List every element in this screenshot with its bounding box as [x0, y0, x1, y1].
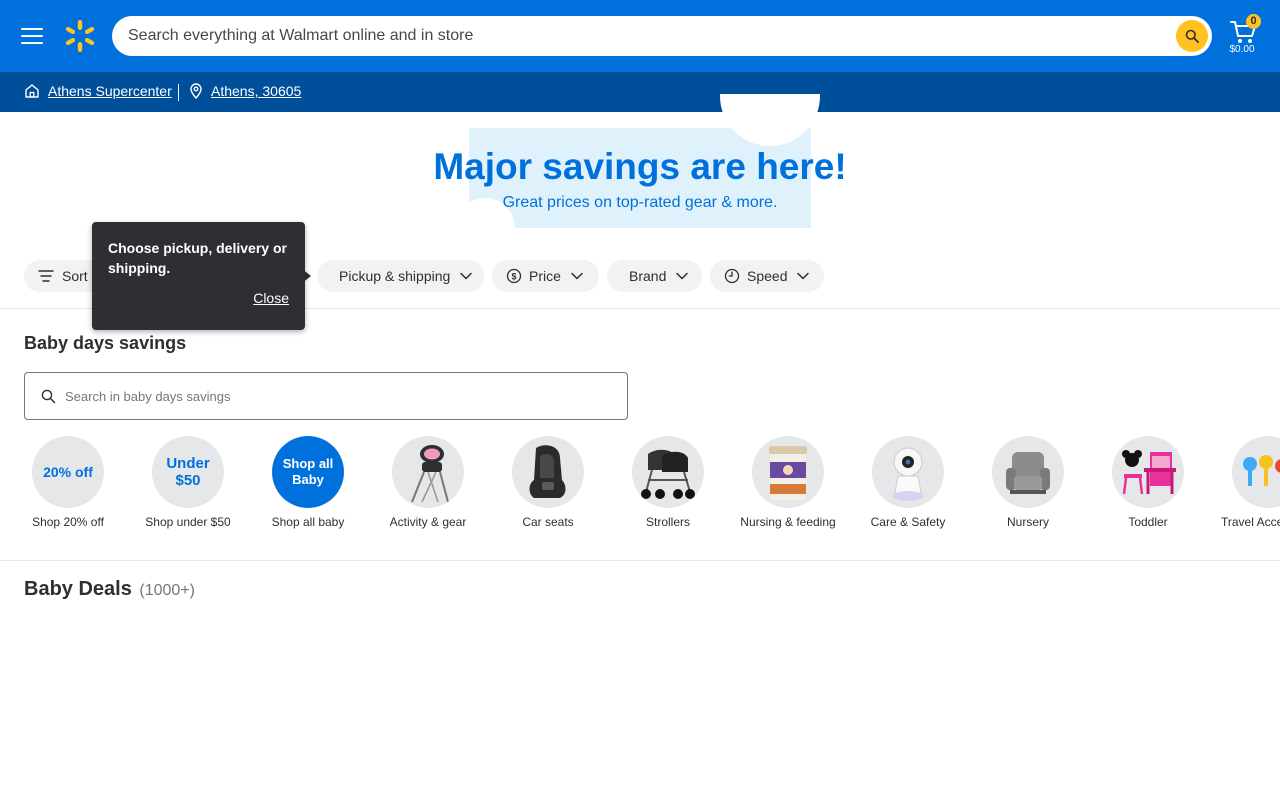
category-label: Care & Safety	[870, 515, 946, 529]
store-selector[interactable]: Athens Supercenter	[24, 83, 172, 99]
armchair-icon	[992, 436, 1064, 508]
section-search-input[interactable]: Search in baby days savings	[65, 389, 230, 404]
category-strollers[interactable]: Strollers	[608, 436, 728, 536]
fulfillment-tooltip: Choose pickup, delivery or shipping. Clo…	[92, 222, 305, 330]
baby-monitor-icon	[872, 436, 944, 508]
category-nursery[interactable]: Nursery	[968, 436, 1088, 536]
tooltip-close-button[interactable]: Close	[253, 290, 289, 306]
high-chair-icon	[392, 436, 464, 508]
category-car-seats[interactable]: Car seats	[488, 436, 608, 536]
chevron-down-icon	[460, 272, 473, 280]
section-divider	[0, 560, 1280, 561]
menu-button[interactable]	[16, 20, 48, 52]
section-search-field[interactable]: Search in baby days savings	[24, 372, 628, 420]
search-icon	[41, 389, 56, 404]
category-travel-accessories[interactable]: Travel Accessories	[1208, 436, 1280, 536]
store-icon	[25, 84, 39, 98]
cart-button[interactable]: 0 $0.00	[1222, 12, 1264, 60]
category-all-baby[interactable]: Shop all Baby Shop all baby	[248, 436, 368, 536]
category-20-off[interactable]: 20% off Shop 20% off	[8, 436, 128, 536]
search-input[interactable]: Search everything at Walmart online and …	[128, 27, 473, 45]
pickup-shipping-label: Pickup & shipping	[339, 268, 451, 284]
category-label: Nursery	[1006, 515, 1049, 529]
category-label: Shop 20% off	[32, 515, 104, 529]
banner-subtitle[interactable]: Great prices on top-rated gear & more.	[0, 194, 1280, 212]
category-label: Toddler	[1128, 515, 1168, 529]
store-name[interactable]: Athens Supercenter	[48, 83, 172, 99]
car-seat-icon	[512, 436, 584, 508]
badge-text: 20% off	[43, 463, 93, 480]
pickup-shipping-filter[interactable]: Pickup & shipping	[317, 260, 484, 292]
hamburger-icon	[21, 28, 43, 44]
deals-title: Baby Deals	[24, 578, 132, 600]
speed-filter[interactable]: Speed	[710, 260, 824, 292]
cart-count-badge: 0	[1246, 14, 1261, 29]
chevron-down-icon	[571, 272, 583, 280]
location-selector[interactable]: Athens, 30605	[189, 83, 301, 99]
chevron-down-icon	[676, 272, 689, 280]
badge-text: Shop all Baby	[282, 456, 334, 487]
toys-icon	[1232, 436, 1280, 508]
sort-icon	[38, 270, 54, 282]
section-title: Baby days savings	[24, 333, 187, 353]
category-nursing-feeding[interactable]: Nursing & feeding	[728, 436, 848, 536]
price-filter[interactable]: $ Price	[492, 260, 599, 292]
banner-title[interactable]: Major savings are here!	[0, 146, 1280, 188]
badge-text: Under $50	[166, 455, 210, 489]
top-header: Search everything at Walmart online and …	[0, 0, 1280, 72]
dollar-circle-icon: $	[506, 268, 522, 284]
percent-badge: 20% off	[32, 436, 104, 508]
cart-total: $0.00	[1229, 44, 1255, 55]
sort-label: Sort	[62, 268, 88, 284]
price-badge: Under $50	[152, 436, 224, 508]
category-label: Nursing & feeding	[740, 515, 836, 529]
price-label: Price	[529, 268, 561, 284]
stroller-icon	[632, 436, 704, 508]
location-pin-icon	[190, 83, 202, 99]
brand-label: Brand	[629, 268, 667, 284]
search-icon	[1185, 29, 1199, 43]
category-label: Strollers	[645, 515, 690, 529]
category-label: Travel Accessories	[1221, 515, 1280, 529]
search-bar[interactable]: Search everything at Walmart online and …	[112, 16, 1212, 56]
deals-count: (1000+)	[139, 582, 195, 599]
speed-label: Speed	[747, 268, 788, 284]
formula-can-icon	[752, 436, 824, 508]
subbar-divider	[178, 84, 179, 101]
category-under-50[interactable]: Under $50 Shop under $50	[128, 436, 248, 536]
search-button[interactable]	[1176, 20, 1208, 52]
category-label: Car seats	[522, 515, 574, 529]
category-label: Shop under $50	[145, 515, 231, 529]
location-name[interactable]: Athens, 30605	[211, 83, 301, 99]
svg-text:$: $	[511, 272, 516, 282]
deals-heading: Baby Deals (1000+)	[24, 578, 195, 601]
chevron-down-icon	[797, 272, 810, 280]
category-care-safety[interactable]: Care & Safety	[848, 436, 968, 536]
tooltip-text: Choose pickup, delivery or shipping.	[108, 240, 287, 276]
category-label: Shop all baby	[271, 515, 345, 529]
toddler-desk-icon	[1112, 436, 1184, 508]
walmart-spark-logo[interactable]	[62, 18, 98, 54]
clock-icon	[724, 268, 740, 284]
brand-filter[interactable]: Brand	[607, 260, 702, 292]
category-label: Activity & gear	[389, 515, 467, 529]
category-toddler[interactable]: Toddler	[1088, 436, 1208, 536]
category-activity-gear[interactable]: Activity & gear	[368, 436, 488, 536]
all-baby-badge: Shop all Baby	[272, 436, 344, 508]
